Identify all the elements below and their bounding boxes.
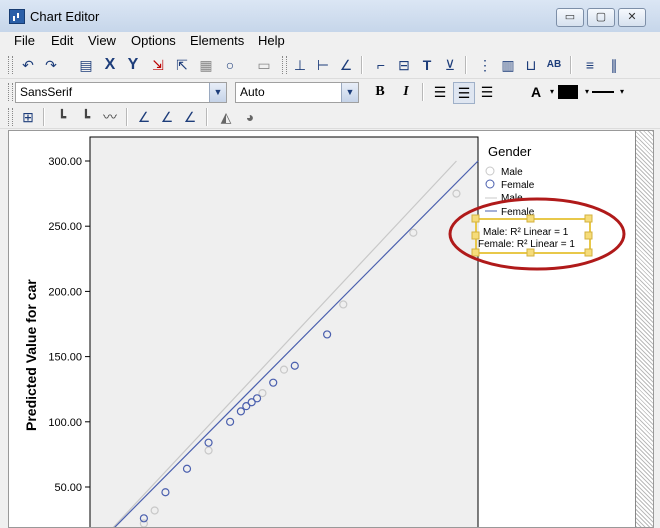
undo-icon[interactable]: ↶ — [18, 55, 38, 75]
select-x-axis-button[interactable]: X — [100, 55, 120, 75]
resize-icon[interactable]: ⇱ — [172, 55, 192, 75]
toolbar-edit: ↶ ↷ ▤ X Y ⇲ ⇱ ▦ ○ ▭ ⊥ ⊢ ∠ ⌐ ⊟ T ⊻ ⋮ ▥ ⊔ … — [0, 52, 660, 79]
show-y-axis-line-icon[interactable]: ⊢ — [313, 55, 333, 75]
y-tick-label[interactable]: 250.00 — [48, 221, 82, 233]
italic-button[interactable]: I — [396, 82, 416, 102]
chevron-down-icon[interactable]: ▼ — [341, 83, 358, 102]
y-tick-label[interactable]: 200.00 — [48, 286, 82, 298]
scatter-plot[interactable]: Predicted Value for car 300.00 250.00 200.… — [9, 131, 653, 527]
chevron-down-icon[interactable]: ▼ — [209, 83, 226, 102]
legend-marker-male — [485, 166, 495, 176]
toolbar-grip[interactable] — [8, 108, 13, 126]
title-icon[interactable]: ⌐ — [371, 55, 391, 75]
chart-editor-app-icon — [9, 9, 25, 24]
legend-title[interactable]: Gender — [488, 144, 532, 159]
toolbar-grip[interactable] — [8, 56, 13, 74]
align-center-icon[interactable]: ☰ — [453, 82, 475, 104]
toolbar-grip[interactable] — [8, 83, 13, 101]
fit-line-icon[interactable]: ∠ — [336, 55, 356, 75]
fit-label-female[interactable]: Female: R² Linear = 1 — [478, 239, 575, 250]
fit-label-male[interactable]: Male: R² Linear = 1 — [483, 227, 569, 238]
menu-bar: File Edit View Options Elements Help — [0, 32, 660, 50]
y-axis-title[interactable]: Predicted Value for car — [23, 279, 39, 431]
grid-lines-icon[interactable]: ⋮ — [475, 55, 495, 75]
font-size-select[interactable]: Auto ▼ — [235, 82, 359, 103]
legend-entry-female[interactable]: Female — [501, 180, 535, 191]
window-title: Chart Editor — [30, 9, 100, 24]
menu-help[interactable]: Help — [258, 33, 285, 48]
pie-chart-icon[interactable]: ◕ — [240, 107, 260, 127]
bar-chart-icon[interactable]: ∥ — [604, 55, 624, 75]
line-style-swatch[interactable] — [592, 91, 614, 93]
toolbar-grip[interactable] — [282, 56, 287, 74]
area-chart-icon[interactable]: ◭ — [216, 107, 236, 127]
font-family-select[interactable]: SansSerif ▼ — [15, 82, 227, 103]
clustered-bar-icon[interactable]: ┗ — [76, 107, 96, 127]
properties-icon[interactable]: ▤ — [76, 55, 96, 75]
chevron-down-icon[interactable]: ▾ — [612, 82, 632, 102]
chart-area-icon: ▦ — [199, 57, 213, 73]
bar-sort-icon[interactable]: ≡ — [580, 55, 600, 75]
y-tick-label[interactable]: 100.00 — [48, 417, 82, 429]
scale-to-data-icon[interactable]: ⇲ — [148, 55, 168, 75]
simple-bar-icon[interactable]: ┗ — [52, 107, 72, 127]
y-tick-label[interactable]: 150.00 — [48, 352, 82, 364]
toolbar-chart-type: ⊞ ┗ ┗ 〰 ∠ ∠ ∠ ◭ ◕ — [0, 104, 660, 129]
menu-file[interactable]: File — [14, 33, 35, 48]
menu-view[interactable]: View — [88, 33, 116, 48]
data-labels-icon[interactable]: ⊔ — [521, 55, 541, 75]
fill-color-swatch[interactable] — [558, 85, 578, 99]
select-y-axis-button[interactable]: Y — [123, 55, 143, 75]
line-chart-icon[interactable]: 〰 — [100, 107, 120, 127]
legend-marker-female — [485, 179, 495, 189]
lasso-icon[interactable]: ○ — [220, 55, 240, 75]
align-right-icon[interactable]: ☰ — [477, 82, 497, 102]
menu-edit[interactable]: Edit — [51, 33, 73, 48]
menu-options[interactable]: Options — [131, 33, 176, 48]
plot-area[interactable] — [89, 136, 479, 527]
chart-canvas: Predicted Value for car 300.00 250.00 200.… — [8, 130, 654, 528]
text-box-button[interactable]: T — [417, 55, 437, 75]
y-tick-label[interactable]: 50.00 — [54, 482, 82, 494]
image-icon: ▭ — [257, 57, 271, 73]
footnote-icon[interactable]: ⊻ — [440, 55, 460, 75]
annotation-icon[interactable]: ⊟ — [394, 55, 414, 75]
maximize-button[interactable]: ▢ — [587, 8, 615, 27]
minimize-button[interactable]: ▭ — [556, 8, 584, 27]
close-button[interactable]: ✕ — [618, 8, 646, 27]
title-bar: Chart Editor ▭ ▢ ✕ — [0, 0, 660, 33]
scatter-interpolate-icon[interactable]: ∠ — [180, 107, 200, 127]
scatter-fit-icon[interactable]: ∠ — [134, 107, 154, 127]
font-family-value: SansSerif — [20, 85, 73, 99]
menu-elements[interactable]: Elements — [190, 33, 244, 48]
font-size-value: Auto — [240, 85, 265, 99]
redo-icon[interactable]: ↷ — [41, 55, 61, 75]
sort-ab-icon[interactable]: AB — [544, 55, 564, 75]
grid-table-icon[interactable]: ⊞ — [18, 107, 38, 127]
toolbar-format: SansSerif ▼ Auto ▼ B I ☰ ☰ ☰ A ▾ ▾ ▾ — [0, 79, 660, 106]
legend-entry-male[interactable]: Male — [501, 167, 523, 178]
bold-button[interactable]: B — [370, 82, 390, 102]
scatter-subgroup-icon[interactable]: ∠ — [157, 107, 177, 127]
align-left-icon[interactable]: ☰ — [430, 82, 450, 102]
y-tick-label[interactable]: 300.00 — [48, 156, 82, 168]
table-icon[interactable]: ▥ — [498, 55, 518, 75]
show-x-axis-line-icon[interactable]: ⊥ — [290, 55, 310, 75]
